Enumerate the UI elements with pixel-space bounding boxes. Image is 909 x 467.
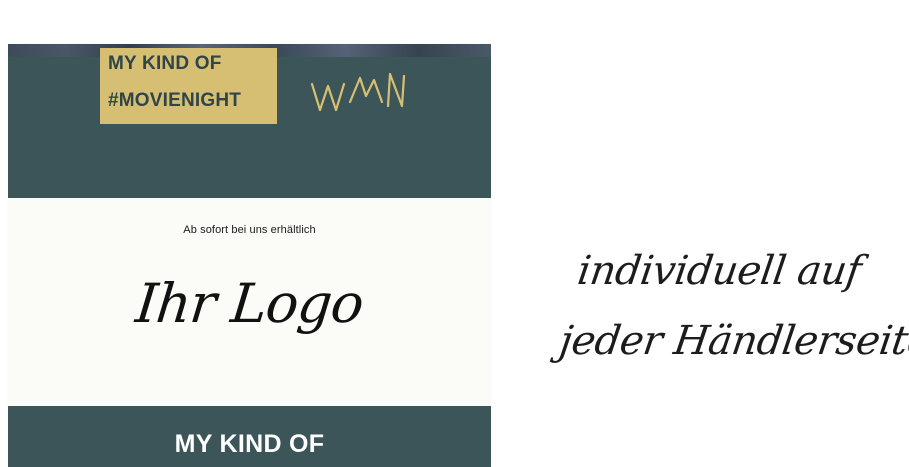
- tag-line-2: #MOVIENIGHT: [108, 90, 242, 111]
- annotation-line-2: jeder Händlerseite: [556, 318, 909, 364]
- logo-placeholder: Ihr Logo: [132, 272, 367, 335]
- poster-bottom-title: MY KIND OF: [174, 430, 325, 458]
- wmn-brand-logo: [310, 72, 406, 112]
- tag-line-1: MY KIND OF: [108, 53, 222, 74]
- page: MY KIND OF #MOVIENIGHT Ab sofort bei uns…: [0, 0, 909, 467]
- poster-preview: MY KIND OF #MOVIENIGHT Ab sofort bei uns…: [8, 44, 491, 467]
- annotation-line-1: individuell auf: [574, 248, 864, 294]
- availability-text: Ab sofort bei uns erhältlich: [183, 224, 316, 236]
